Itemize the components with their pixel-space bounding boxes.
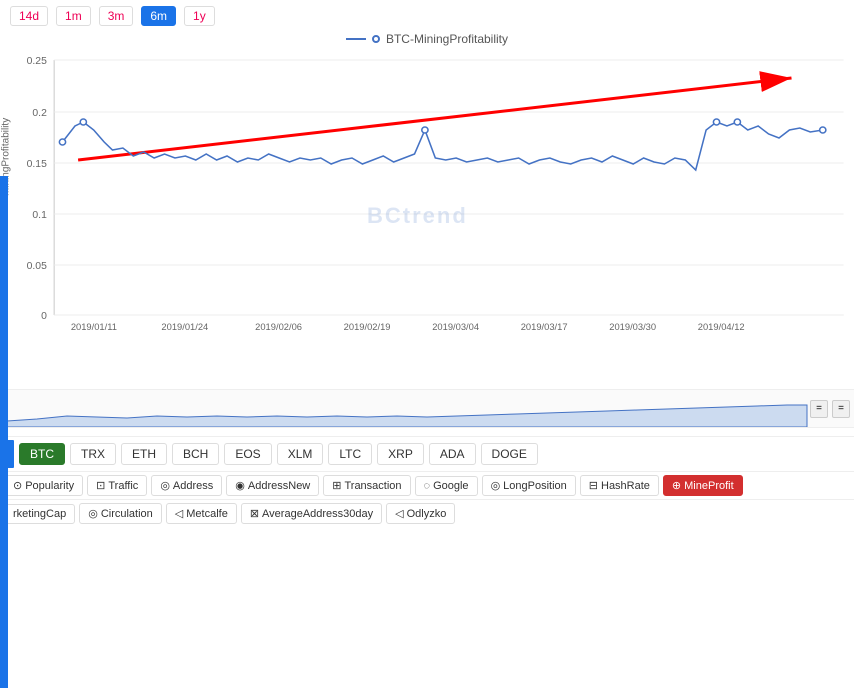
svg-text:0.2: 0.2 <box>32 108 47 119</box>
metric-transaction[interactable]: ⊞ Transaction <box>323 475 410 496</box>
metric-long-position[interactable]: ◎ LongPosition <box>482 475 576 496</box>
coin-tab-xlm[interactable]: XLM <box>277 443 324 465</box>
long-position-label: LongPosition <box>503 480 567 492</box>
time-btn-14d[interactable]: 14d <box>10 6 48 26</box>
time-btn-6m[interactable]: 6m <box>141 6 176 26</box>
metrics-row-2: rketingCap ◎ Circulation ◁ Metcalfe ⊠ Av… <box>0 500 854 527</box>
odlyzko-icon: ◁ <box>395 507 403 520</box>
metric-mine-profit[interactable]: ⊕ MineProfit <box>663 475 743 496</box>
svg-text:2019/03/17: 2019/03/17 <box>521 322 568 332</box>
svg-text:0: 0 <box>41 311 47 322</box>
hash-rate-icon: ⊟ <box>589 479 598 492</box>
google-label: Google <box>433 480 468 492</box>
legend-label: BTC-MiningProfitability <box>386 32 508 46</box>
avg-address-icon: ⊠ <box>250 507 259 520</box>
metric-marketing-cap[interactable]: rketingCap <box>4 504 75 524</box>
svg-text:0.1: 0.1 <box>32 210 47 221</box>
metrics-row-1: ⊙ Popularity ⊡ Traffic ◎ Address ◉ Addre… <box>0 472 854 500</box>
metcalfe-label: Metcalfe <box>186 508 228 520</box>
mine-profit-icon: ⊕ <box>672 479 681 492</box>
svg-text:0.15: 0.15 <box>27 159 48 170</box>
main-chart-svg: 0.25 0.2 0.15 0.1 0.05 0 MiningProfitabi… <box>0 50 854 345</box>
svg-text:2019/01/11: 2019/01/11 <box>71 322 117 332</box>
marketing-cap-label: rketingCap <box>13 508 66 520</box>
svg-text:0.25: 0.25 <box>27 56 48 67</box>
main-chart-area: BCtrend 0.25 0.2 0.15 0.1 0.05 0 MiningP… <box>0 50 854 390</box>
mini-controls: = = <box>810 400 850 418</box>
mine-profit-label: MineProfit <box>684 480 734 492</box>
mini-chart: = = <box>0 390 854 428</box>
hash-rate-label: HashRate <box>601 480 650 492</box>
metric-popularity[interactable]: ⊙ Popularity <box>4 475 83 496</box>
coin-tab-doge[interactable]: DOGE <box>481 443 538 465</box>
odlyzko-label: Odlyzko <box>407 508 447 520</box>
metric-odlyzko[interactable]: ◁ Odlyzko <box>386 503 455 524</box>
time-controls: 14d 1m 3m 6m 1y <box>0 0 854 32</box>
address-label: Address <box>173 480 213 492</box>
metric-hash-rate[interactable]: ⊟ HashRate <box>580 475 659 496</box>
google-icon: ◌ <box>424 480 431 492</box>
metric-avg-address-30day[interactable]: ⊠ AverageAddress30day <box>241 503 382 524</box>
popularity-label: Popularity <box>25 480 74 492</box>
metric-google[interactable]: ◌ Google <box>415 476 478 496</box>
traffic-icon: ⊡ <box>96 479 105 492</box>
transaction-label: Transaction <box>344 480 401 492</box>
time-btn-1m[interactable]: 1m <box>56 6 91 26</box>
legend-dot-icon <box>372 35 380 43</box>
time-btn-3m[interactable]: 3m <box>99 6 134 26</box>
address-icon: ◎ <box>160 479 170 492</box>
coin-tab-btc[interactable]: BTC <box>19 443 65 465</box>
long-position-icon: ◎ <box>491 479 501 492</box>
transaction-icon: ⊞ <box>332 479 341 492</box>
metric-address-new[interactable]: ◉ AddressNew <box>226 475 319 496</box>
circulation-label: Circulation <box>101 508 153 520</box>
svg-text:2019/02/19: 2019/02/19 <box>344 322 391 332</box>
coin-tabs <box>0 428 854 437</box>
mini-btn-lines[interactable]: = <box>810 400 828 418</box>
coin-tab-ada[interactable]: ADA <box>429 443 476 465</box>
time-btn-1y[interactable]: 1y <box>184 6 215 26</box>
svg-text:2019/01/24: 2019/01/24 <box>161 322 208 332</box>
svg-text:2019/03/30: 2019/03/30 <box>609 322 656 332</box>
svg-text:2019/04/12: 2019/04/12 <box>698 322 745 332</box>
circulation-icon: ◎ <box>88 507 98 520</box>
metric-address[interactable]: ◎ Address <box>151 475 222 496</box>
metcalfe-icon: ◁ <box>175 507 183 520</box>
avg-address-label: AverageAddress30day <box>262 508 373 520</box>
legend-line-icon <box>346 38 366 40</box>
left-accent <box>0 176 8 688</box>
chart-legend: BTC-MiningProfitability <box>0 32 854 46</box>
mini-chart-svg <box>0 391 814 427</box>
coin-tab-trx[interactable]: TRX <box>70 443 116 465</box>
address-new-label: AddressNew <box>248 480 310 492</box>
coin-tab-eth[interactable]: ETH <box>121 443 167 465</box>
mini-btn-expand[interactable]: = <box>832 400 850 418</box>
svg-text:0.05: 0.05 <box>27 261 48 272</box>
popularity-icon: ⊙ <box>13 479 22 492</box>
coin-and-metrics-row: BTC TRX ETH BCH EOS XLM LTC XRP ADA DOGE <box>0 437 854 472</box>
coin-tab-eos[interactable]: EOS <box>224 443 271 465</box>
coin-tab-xrp[interactable]: XRP <box>377 443 424 465</box>
coin-tab-bch[interactable]: BCH <box>172 443 219 465</box>
coin-tab-ltc[interactable]: LTC <box>328 443 372 465</box>
traffic-label: Traffic <box>108 480 138 492</box>
metric-traffic[interactable]: ⊡ Traffic <box>87 475 147 496</box>
metric-metcalfe[interactable]: ◁ Metcalfe <box>166 503 237 524</box>
svg-text:2019/03/04: 2019/03/04 <box>432 322 479 332</box>
address-new-icon: ◉ <box>235 479 245 492</box>
svg-text:2019/02/06: 2019/02/06 <box>255 322 302 332</box>
metric-circulation[interactable]: ◎ Circulation <box>79 503 162 524</box>
